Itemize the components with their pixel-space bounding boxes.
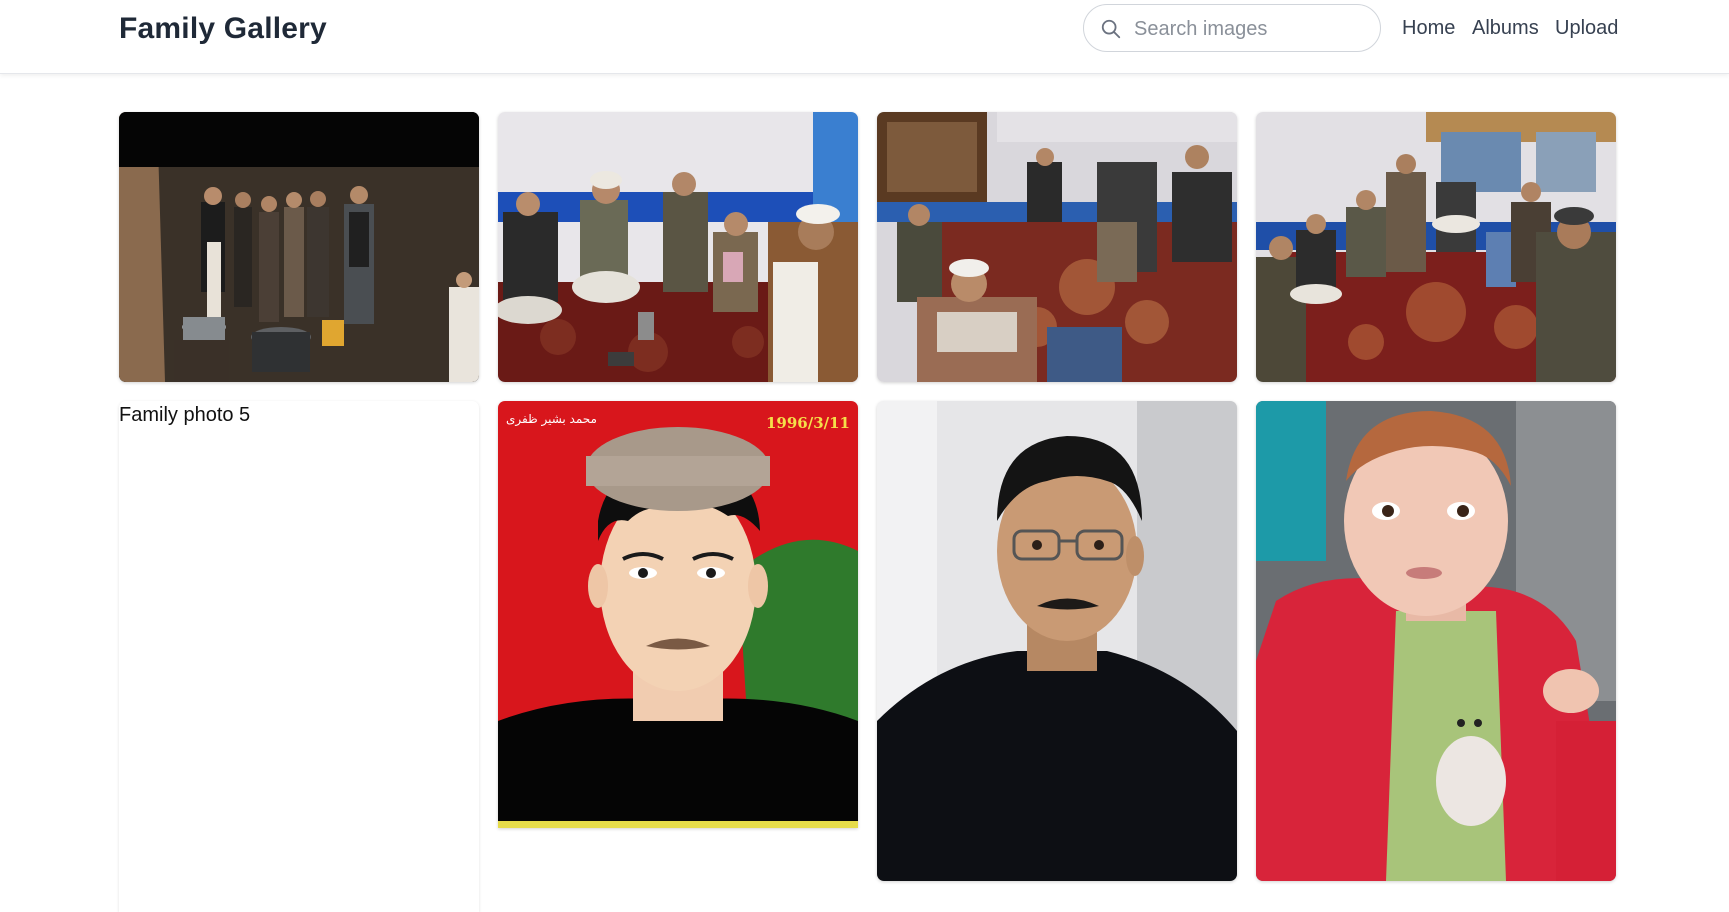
photo-arabic-caption: محمد بشیر ظفری	[506, 412, 597, 427]
photo-card-2[interactable]	[498, 112, 858, 382]
photo-man-glasses	[877, 401, 1237, 881]
search-input[interactable]	[1132, 13, 1372, 45]
image-alt-text: Family photo 5	[119, 404, 251, 426]
search-icon	[1101, 19, 1121, 39]
photo-child-red-jacket	[1256, 401, 1616, 881]
search-box[interactable]	[1083, 4, 1381, 52]
photo-card-4[interactable]	[1256, 112, 1616, 382]
nav-home-link[interactable]: Home	[1402, 17, 1455, 43]
photo-card-7[interactable]	[877, 401, 1237, 881]
photo-room-gathering	[877, 112, 1237, 382]
photo-wide-room	[1256, 112, 1616, 382]
photo-young-man-portrait: 1996/3/11 محمد بشیر ظفری	[498, 401, 858, 828]
photo-card-3[interactable]	[877, 112, 1237, 382]
site-title[interactable]: Family Gallery	[119, 12, 327, 46]
photo-card-1[interactable]	[119, 112, 479, 382]
photo-elders-carpet	[498, 112, 858, 382]
photo-night-gathering	[119, 112, 479, 382]
photo-card-8[interactable]	[1256, 401, 1616, 881]
top-bar: Family Gallery Home Albums Upload	[0, 0, 1729, 74]
nav-albums-link[interactable]: Albums	[1472, 17, 1539, 43]
photo-card-6[interactable]: 1996/3/11 محمد بشیر ظفری	[498, 401, 858, 828]
photo-date-stamp: 1996/3/11	[766, 414, 850, 432]
nav-upload-link[interactable]: Upload	[1555, 17, 1618, 43]
broken-image-card[interactable]: Family photo 5	[119, 401, 479, 912]
